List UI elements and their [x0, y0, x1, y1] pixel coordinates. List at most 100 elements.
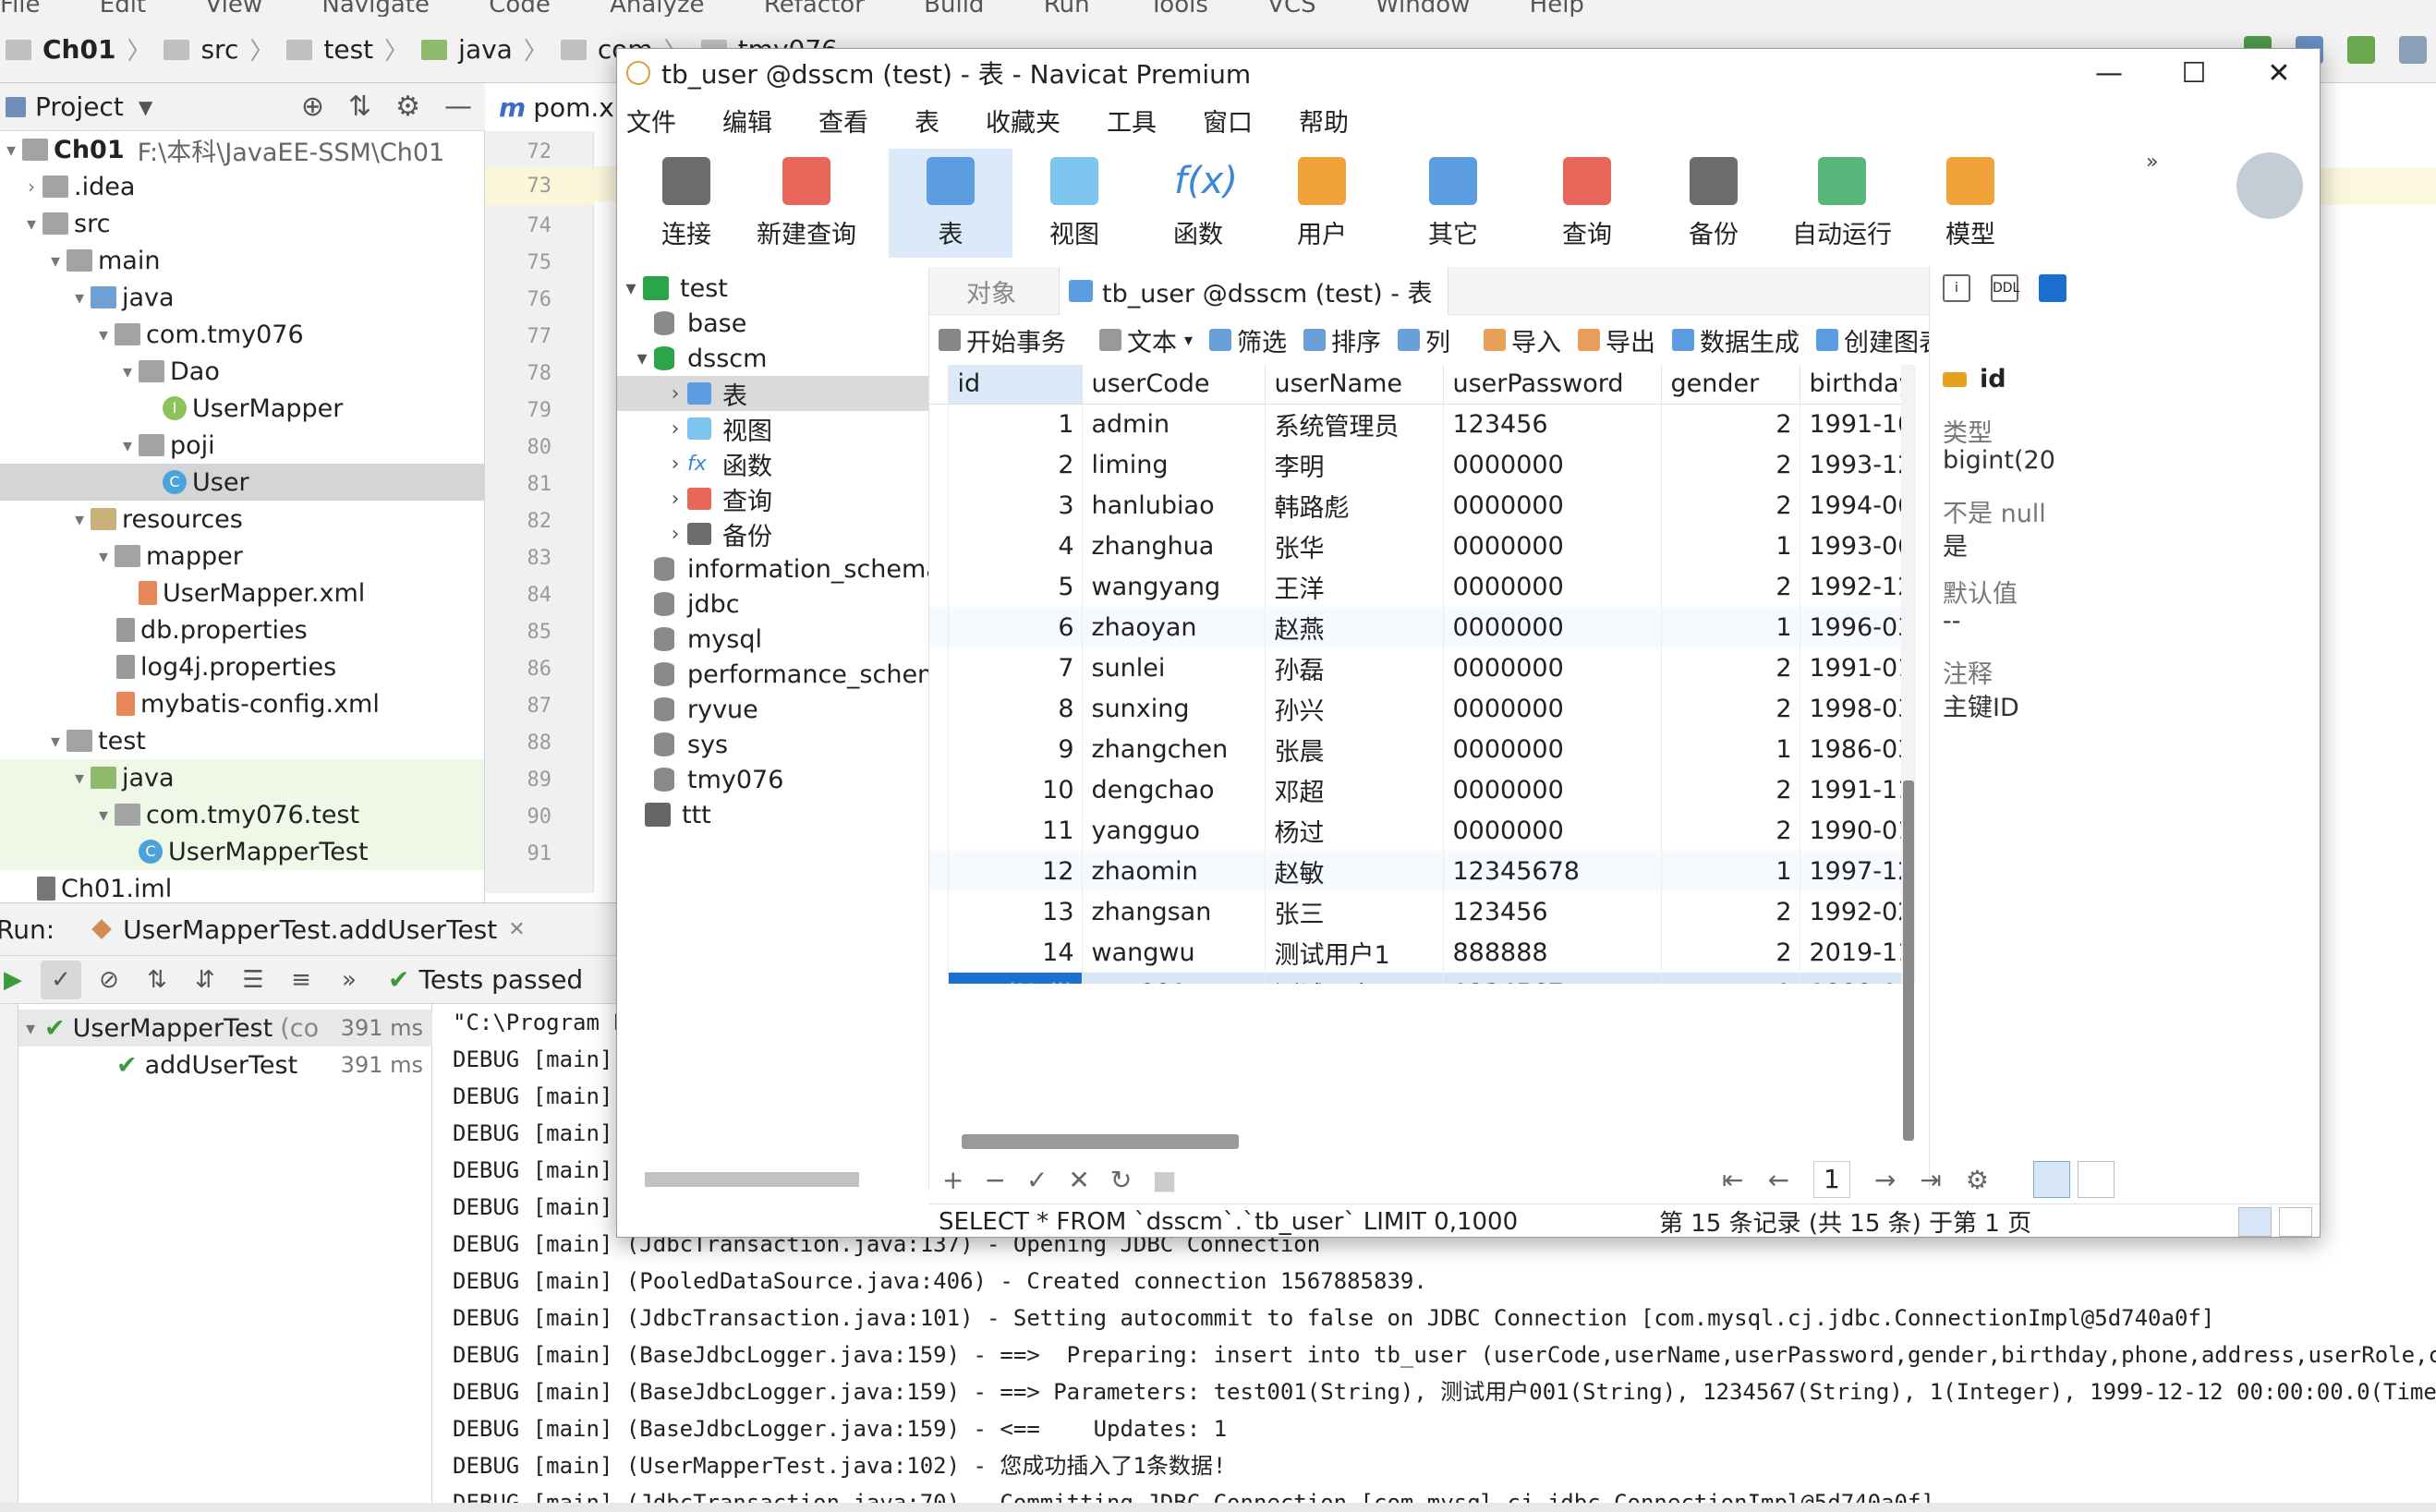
table-cell[interactable]: 0000000	[1443, 485, 1662, 526]
table-cell[interactable]: 系统管理员	[1265, 404, 1444, 444]
locate-icon[interactable]: ⊕	[301, 91, 324, 123]
obj-views[interactable]: › 视图	[617, 411, 928, 446]
table-cell[interactable]: 2	[1661, 444, 1800, 485]
db-tmy076[interactable]: tmy076	[617, 762, 928, 797]
maximize-button[interactable]: ☐	[2151, 49, 2236, 97]
table-cell[interactable]: zhanghua	[1082, 526, 1266, 566]
grid-info-icon[interactable]	[2039, 274, 2066, 302]
sort-alpha-icon[interactable]: ⇅	[137, 961, 177, 999]
table-cell[interactable]: 孙兴	[1265, 688, 1444, 729]
row-marker[interactable]	[929, 688, 949, 729]
menu-help[interactable]: 帮助	[1299, 103, 1349, 139]
table-cell[interactable]: 7	[948, 647, 1083, 688]
tree-item-ch01-iml[interactable]: Ch01.iml	[0, 870, 484, 902]
table-cell[interactable]: 张晨	[1265, 729, 1444, 769]
tab-tb-user[interactable]: tb_user @dsscm (test) - 表	[1059, 267, 1448, 315]
table-cell[interactable]: 1	[1661, 851, 1800, 891]
search-everywhere-icon[interactable]	[2399, 36, 2427, 64]
grid-hscrollbar[interactable]	[962, 1134, 1239, 1149]
table-cell[interactable]: 2	[1661, 647, 1800, 688]
table-cell[interactable]: 1	[1661, 607, 1800, 647]
menu-run[interactable]: Run	[1044, 0, 1090, 17]
table-cell[interactable]: 0000000	[1443, 769, 1662, 810]
sort-duration-icon[interactable]: ⇵	[185, 961, 225, 999]
table-row[interactable]: 8sunxing孙兴000000021998-03-12(Null)	[929, 688, 1902, 729]
obj-queries[interactable]: › 查询	[617, 481, 928, 516]
menu-build[interactable]: Build	[924, 0, 984, 17]
breadcrumb-ch01[interactable]: Ch01 〉	[6, 32, 151, 67]
db-ryvue[interactable]: ryvue	[617, 692, 928, 727]
table-cell[interactable]: 2	[948, 444, 1083, 485]
table-cell[interactable]: 1	[948, 404, 1083, 444]
table-row[interactable]: 10dengchao邓超000000021991-11-04(Null)	[929, 769, 1902, 810]
table-cell[interactable]: 测试用户001	[1265, 973, 1444, 984]
refresh-button[interactable]: ↻	[1110, 1165, 1132, 1195]
panel-toggle-icon[interactable]	[2279, 1207, 2312, 1237]
table-cell[interactable]: zhaoyan	[1082, 607, 1266, 647]
table-cell[interactable]: 8	[948, 688, 1083, 729]
sort-button[interactable]: 排序	[1303, 322, 1381, 358]
table-cell[interactable]: 888888	[1443, 932, 1662, 973]
table-cell[interactable]: 14	[948, 932, 1083, 973]
table-cell[interactable]: 1994-06-05	[1800, 485, 1902, 526]
tree-item-src[interactable]: ▾ src	[0, 205, 484, 242]
table-cell[interactable]: 1	[1661, 729, 1800, 769]
tree-item-test[interactable]: ▾ test	[0, 722, 484, 759]
menu-view[interactable]: 查看	[818, 103, 868, 139]
breadcrumb-src[interactable]: src 〉	[164, 32, 273, 67]
menu-view[interactable]: View	[205, 0, 262, 17]
table-cell[interactable]: 2	[1661, 566, 1800, 607]
table-cell[interactable]: test001	[1082, 973, 1266, 984]
table-cell[interactable]: sunxing	[1082, 688, 1266, 729]
table-cell[interactable]: 0000000	[1443, 566, 1662, 607]
table-cell[interactable]: sunlei	[1082, 647, 1266, 688]
ddl-icon[interactable]: DDL	[1991, 274, 2019, 302]
tab-objects[interactable]: 对象	[966, 267, 1016, 315]
db-dsscm[interactable]: ▾ dsscm	[617, 341, 928, 376]
table-cell[interactable]: 1992-12-31	[1800, 566, 1902, 607]
show-passed-icon[interactable]: ✓	[41, 960, 81, 999]
table-row[interactable]: 12zhaomin赵敏1234567811997-12-04	[929, 851, 1902, 891]
table-cell[interactable]: 0000000	[1443, 810, 1662, 851]
table-cell[interactable]: 王洋	[1265, 566, 1444, 607]
text-button[interactable]: 文本 ▾	[1099, 322, 1193, 358]
table-row[interactable]: 4zhanghua张华000000011993-06-15(Null)	[929, 526, 1902, 566]
table-cell[interactable]: 测试用户1	[1265, 932, 1444, 973]
row-marker[interactable]	[929, 526, 949, 566]
table-cell[interactable]: 韩路彪	[1265, 485, 1444, 526]
table-cell[interactable]: 1992-02-29	[1800, 891, 1902, 932]
test-case-row[interactable]: ✔ addUserTest 391 ms	[18, 1046, 432, 1083]
grid-view-button[interactable]	[2033, 1161, 2070, 1198]
tree-item-package[interactable]: ▾ com.tmy076	[0, 316, 484, 353]
first-page-icon[interactable]: ⇤	[1722, 1165, 1743, 1195]
filter-button[interactable]: 筛选	[1209, 322, 1287, 358]
apply-changes-button[interactable]: ✓	[1026, 1165, 1048, 1195]
prev-page-icon[interactable]: ←	[1767, 1165, 1788, 1195]
table-cell[interactable]: zhangsan	[1082, 891, 1266, 932]
db-jdbc[interactable]: jdbc	[617, 587, 928, 622]
row-marker[interactable]	[929, 851, 949, 891]
column-header-username[interactable]: userName	[1265, 365, 1444, 405]
table-cell[interactable]: 李明	[1265, 444, 1444, 485]
table-cell[interactable]: liming	[1082, 444, 1266, 485]
tree-item-test-package[interactable]: ▾ com.tmy076.test	[0, 796, 484, 833]
table-row[interactable]: 2liming李明000000021993-12-10(Null)	[929, 444, 1902, 485]
db-mysql[interactable]: mysql	[617, 622, 928, 657]
table-cell[interactable]: zhaomin	[1082, 851, 1266, 891]
menu-refactor[interactable]: Refactor	[764, 0, 865, 17]
row-marker[interactable]	[929, 729, 949, 769]
table-cell[interactable]: 2	[1661, 769, 1800, 810]
collapse-icon[interactable]: ⇅	[348, 91, 371, 123]
gear-icon[interactable]: ⚙	[1966, 1165, 1989, 1195]
table-cell[interactable]: 2	[1661, 932, 1800, 973]
table-cell[interactable]: 杨过	[1265, 810, 1444, 851]
show-ignored-icon[interactable]: ⊘	[89, 961, 129, 999]
tree-hscrollbar[interactable]	[645, 1172, 859, 1187]
table-cell[interactable]: 1999-12-11	[1800, 973, 1902, 984]
table-row[interactable]: 5wangyang王洋000000021992-12-31(Null)	[929, 566, 1902, 607]
tree-item-dao[interactable]: ▾ Dao	[0, 353, 484, 390]
menu-vcs[interactable]: VCS	[1267, 0, 1315, 17]
obj-tables[interactable]: › 表	[617, 376, 928, 411]
connect-button[interactable]: 连接	[636, 149, 737, 258]
table-cell[interactable]: 2019-11-01	[1800, 932, 1902, 973]
